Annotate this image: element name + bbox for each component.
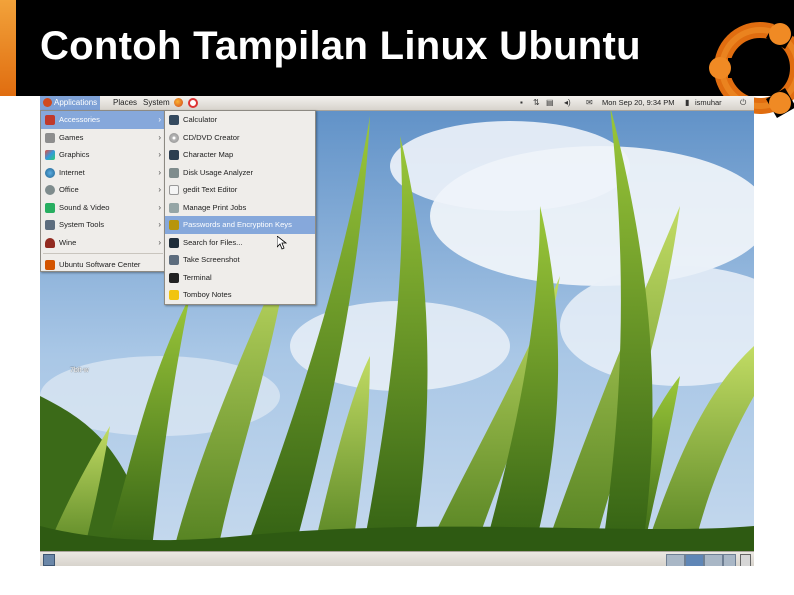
text-editor-icon bbox=[169, 185, 179, 195]
accessories-icon bbox=[45, 115, 55, 125]
workspace-4[interactable] bbox=[723, 554, 736, 566]
software-center-icon bbox=[45, 260, 55, 270]
menu-item-ubuntu-software-center[interactable]: Ubuntu Software Center bbox=[41, 256, 165, 274]
accessories-submenu: Calculator CD/DVD Creator Character Map … bbox=[164, 110, 316, 305]
menu-item-search-for-files[interactable]: Search for Files... bbox=[165, 234, 315, 252]
disk-usage-icon bbox=[169, 167, 179, 178]
menu-item-manage-print-jobs[interactable]: Manage Print Jobs bbox=[165, 199, 315, 217]
menu-item-take-screenshot[interactable]: Take Screenshot bbox=[165, 251, 315, 269]
menu-item-graphics[interactable]: Graphics › bbox=[41, 146, 165, 164]
show-desktop-icon[interactable] bbox=[43, 554, 55, 566]
firefox-icon[interactable] bbox=[174, 98, 183, 107]
panel-clock[interactable]: Mon Sep 20, 9:34 PM bbox=[602, 96, 675, 110]
sound-video-icon bbox=[45, 202, 55, 213]
menu-item-disk-usage-analyzer[interactable]: Disk Usage Analyzer bbox=[165, 164, 315, 182]
menu-item-tomboy-notes[interactable]: Tomboy Notes bbox=[165, 286, 315, 304]
games-icon bbox=[45, 132, 55, 143]
volume-icon[interactable]: ◂) bbox=[564, 99, 572, 107]
chevron-right-icon: › bbox=[158, 132, 161, 142]
slide-title: Contoh Tampilan Linux Ubuntu bbox=[40, 24, 641, 68]
terminal-icon bbox=[169, 272, 179, 283]
menu-item-accessories[interactable]: Accessories › bbox=[41, 111, 165, 129]
panel-username[interactable]: ismuhar bbox=[695, 96, 722, 110]
menu-item-cd-dvd-creator[interactable]: CD/DVD Creator bbox=[165, 129, 315, 147]
keys-icon bbox=[169, 220, 179, 230]
menu-item-office[interactable]: Office › bbox=[41, 181, 165, 199]
bottom-panel bbox=[40, 551, 754, 566]
menu-item-wine[interactable]: Wine › bbox=[41, 234, 165, 252]
menu-item-system-tools[interactable]: System Tools › bbox=[41, 216, 165, 234]
menu-item-games[interactable]: Games › bbox=[41, 129, 165, 147]
chevron-right-icon: › bbox=[158, 202, 161, 212]
header-accent-bar bbox=[0, 0, 16, 96]
desktop-icon-label[interactable]: 7bit-w bbox=[70, 367, 89, 374]
menu-item-internet[interactable]: Internet › bbox=[41, 164, 165, 182]
mouse-cursor-icon bbox=[277, 236, 287, 250]
menu-item-terminal[interactable]: Terminal bbox=[165, 269, 315, 287]
workspace-2[interactable] bbox=[685, 554, 704, 566]
internet-icon bbox=[45, 167, 55, 178]
system-menu-button[interactable]: System bbox=[140, 96, 173, 110]
menu-separator bbox=[43, 253, 163, 254]
applications-menu-button[interactable]: Applications bbox=[40, 96, 101, 110]
top-panel: Applications Places System ▪ ⇅ ▤ ◂) ✉ Mo… bbox=[40, 96, 754, 111]
printer-icon bbox=[169, 202, 179, 213]
menu-item-passwords-encryption-keys[interactable]: Passwords and Encryption Keys bbox=[165, 216, 315, 234]
help-icon[interactable] bbox=[188, 98, 198, 108]
notes-icon bbox=[169, 290, 179, 300]
calculator-icon bbox=[169, 115, 179, 125]
chevron-right-icon: › bbox=[158, 220, 161, 229]
menu-item-sound-video[interactable]: Sound & Video › bbox=[41, 199, 165, 217]
places-menu-button[interactable]: Places bbox=[110, 96, 140, 110]
workspace-3[interactable] bbox=[704, 554, 723, 566]
workspace-1[interactable] bbox=[666, 554, 685, 566]
search-icon bbox=[169, 237, 179, 248]
character-map-icon bbox=[169, 150, 179, 160]
menu-item-calculator[interactable]: Calculator bbox=[165, 111, 315, 129]
graphics-icon bbox=[45, 150, 55, 160]
power-icon[interactable]: ⏻ bbox=[740, 99, 748, 107]
chevron-right-icon: › bbox=[158, 167, 161, 177]
network-icon[interactable]: ⇅ bbox=[533, 99, 541, 107]
slide-header: Contoh Tampilan Linux Ubuntu bbox=[0, 0, 794, 96]
notification-icon[interactable]: ▪ bbox=[520, 99, 528, 107]
chevron-right-icon: › bbox=[158, 115, 161, 124]
applications-menu: Accessories › Games › Graphics › Internet › … bbox=[40, 110, 166, 272]
office-icon bbox=[45, 185, 55, 195]
system-tools-icon bbox=[45, 220, 55, 230]
cd-dvd-icon bbox=[169, 132, 179, 143]
menu-item-character-map[interactable]: Character Map bbox=[165, 146, 315, 164]
chevron-right-icon: › bbox=[158, 185, 161, 194]
ubuntu-menu-icon bbox=[43, 98, 52, 108]
chevron-right-icon: › bbox=[158, 237, 161, 247]
ubuntu-desktop: 7bit-w Applications Places System ▪ ⇅ ▤ … bbox=[40, 96, 754, 566]
user-icon: ▮ bbox=[685, 98, 690, 107]
keyboard-icon[interactable]: ▤ bbox=[546, 99, 554, 107]
screenshot-icon bbox=[169, 255, 179, 265]
wine-icon bbox=[45, 237, 55, 248]
chevron-right-icon: › bbox=[158, 150, 161, 159]
trash-icon[interactable] bbox=[740, 554, 751, 566]
mail-icon[interactable]: ✉ bbox=[586, 99, 594, 107]
menu-item-gedit-text-editor[interactable]: gedit Text Editor bbox=[165, 181, 315, 199]
